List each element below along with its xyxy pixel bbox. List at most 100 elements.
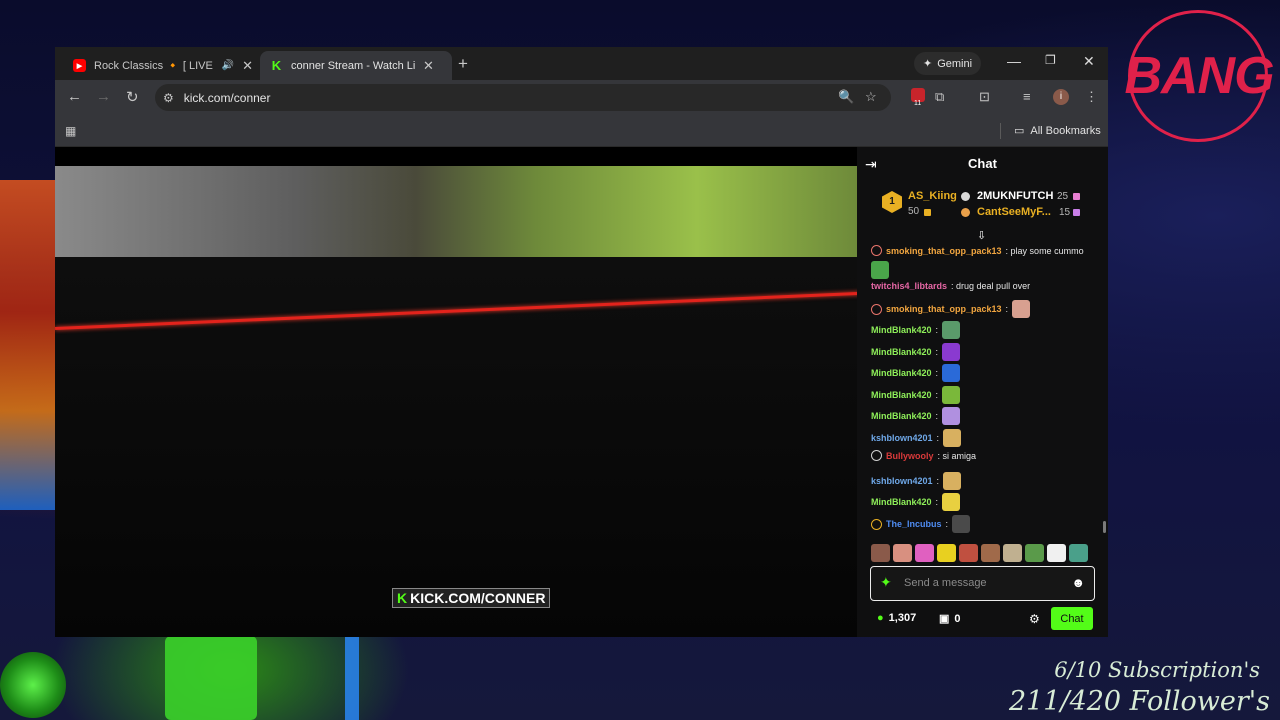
face-emote-icon	[1012, 300, 1031, 318]
rank-badge: 1	[882, 191, 902, 213]
emote-ghost-icon[interactable]	[1047, 544, 1066, 562]
chat-username[interactable]: MindBlank420	[871, 497, 932, 507]
chat-username[interactable]: smoking_that_opp_pack13	[886, 246, 1002, 256]
emote-bar	[871, 544, 1088, 562]
violet-emote-icon	[942, 407, 961, 425]
badge-icon	[871, 303, 882, 315]
chat-input-box: ✦ ☻	[870, 566, 1095, 601]
emote-6-icon[interactable]	[981, 544, 1000, 562]
extension-count: 11	[914, 100, 922, 107]
leader-name[interactable]: 2MUKNFUTCH	[977, 190, 1053, 202]
chat-username[interactable]: MindBlank420	[871, 368, 932, 378]
extensions-puzzle-icon[interactable]: ⧉	[935, 89, 944, 105]
chat-username[interactable]: smoking_that_opp_pack13	[886, 304, 1002, 314]
emote-1-icon[interactable]	[871, 544, 890, 562]
tab-rock-classics[interactable]: ▶ Rock Classics 🔸 [ LIVE ] Ti 🔊 ✕	[63, 51, 263, 80]
sparkle-icon[interactable]: ✦	[880, 574, 892, 591]
yellow-emote-icon	[942, 493, 961, 511]
store-count-value: 0	[954, 612, 961, 625]
close-window-button[interactable]: ✕	[1083, 53, 1095, 70]
pepe-emote-icon	[871, 261, 889, 279]
tab-strip: ▶ Rock Classics 🔸 [ LIVE ] Ti 🔊 ✕ K conn…	[55, 47, 1108, 80]
blue-emote-icon	[942, 364, 961, 382]
badge-icon	[871, 518, 882, 530]
menu-icon[interactable]: ⋮	[1085, 89, 1098, 105]
chat-header: ⇥ Chat	[857, 147, 1108, 180]
chat-text: :	[935, 347, 939, 357]
emote-5-icon[interactable]	[959, 544, 978, 562]
page-content: K KICK.COM/CONNER ⇥ Chat 1 AS_Kiing 50 2…	[55, 147, 1108, 637]
back-button[interactable]: ←	[67, 88, 82, 105]
send-chat-button[interactable]: Chat	[1051, 607, 1093, 630]
reload-button[interactable]: ↻	[126, 88, 139, 106]
cat-emote-icon	[943, 472, 962, 490]
address-bar[interactable]: ⚙ kick.com/conner	[155, 84, 891, 111]
tab-title: conner Stream - Watch Live on	[291, 59, 415, 72]
leader-name[interactable]: CantSeeMyF...	[977, 206, 1051, 218]
chat-message: smoking_that_opp_pack13 : play some cumm…	[871, 245, 1084, 256]
youtube-icon: ▶	[73, 59, 86, 72]
shield-icon	[961, 192, 970, 201]
chat-message: twitchis4_libtards : drug deal pull over	[871, 281, 1030, 291]
tab-close-icon[interactable]: ✕	[423, 58, 434, 74]
chat-footer: ● 1,307 ▣ 0 ⚙ Chat	[857, 606, 1108, 632]
emote-7-icon[interactable]	[1003, 544, 1022, 562]
store-count[interactable]: ▣ 0	[939, 612, 961, 626]
chat-username[interactable]: MindBlank420	[871, 325, 932, 335]
minimize-button[interactable]: —	[1007, 53, 1021, 69]
chat-username[interactable]: twitchis4_libtards	[871, 281, 947, 291]
emote-3-icon[interactable]	[915, 544, 934, 562]
gift-icon	[1073, 209, 1080, 216]
emote-bang-icon[interactable]	[937, 544, 956, 562]
chat-username[interactable]: kshblown4201	[871, 476, 933, 486]
chat-message-input[interactable]	[904, 573, 1064, 593]
media-queue-icon[interactable]: ≡	[1023, 89, 1031, 104]
speaker-icon[interactable]: 🔊	[222, 60, 234, 71]
browser-toolbar: ← → ↻ ⚙ kick.com/conner 🔍 ☆ 11 ⧉ ⊡ ≡ i ⋮	[55, 80, 1108, 115]
emote-10-icon[interactable]	[1069, 544, 1088, 562]
badge-icon	[871, 450, 882, 461]
cat-emote-icon	[943, 429, 962, 447]
chat-username[interactable]: The_Incubus	[886, 519, 942, 529]
frog-emote-icon	[942, 321, 961, 339]
chat-text: :	[1005, 304, 1009, 314]
purple-emote-icon	[942, 343, 961, 361]
url-text[interactable]: kick.com/conner	[184, 91, 271, 105]
bookmarks-divider	[1000, 123, 1001, 139]
gift-leaderboard: 1 AS_Kiing 50 2MUKNFUTCH 25 CantSeeMyF..…	[857, 183, 1108, 223]
site-info-icon[interactable]: ⚙	[163, 91, 174, 105]
tab-close-icon[interactable]: ✕	[242, 58, 253, 74]
all-bookmarks-button[interactable]: ▭ All Bookmarks	[1014, 124, 1101, 138]
cast-icon[interactable]: ⊡	[979, 89, 990, 105]
chat-username[interactable]: MindBlank420	[871, 347, 932, 357]
expand-leaderboard-icon[interactable]: ⇩	[977, 229, 986, 242]
tab-conner-stream[interactable]: K conner Stream - Watch Live on ✕	[260, 51, 452, 80]
chat-text: : si amiga	[937, 450, 977, 461]
emoji-picker-icon[interactable]: ☻	[1071, 575, 1085, 590]
chat-username[interactable]: Bullywooly	[886, 451, 934, 461]
gemini-button[interactable]: ✦ Gemini	[914, 52, 982, 75]
tab-title: Rock Classics 🔸 [ LIVE ] Ti	[94, 60, 214, 72]
apps-grid-icon[interactable]: ▦	[65, 124, 76, 138]
viewer-count-value: 1,307	[888, 612, 917, 624]
video-dashboard	[55, 257, 857, 637]
profile-avatar[interactable]: i	[1053, 89, 1069, 105]
new-tab-button[interactable]: +	[458, 54, 468, 74]
chat-settings-icon[interactable]: ⚙	[1029, 612, 1040, 626]
chat-text: :	[936, 433, 940, 443]
forward-button[interactable]: →	[96, 88, 111, 105]
chat-message: MindBlank420 :	[871, 386, 961, 404]
video-player[interactable]: K KICK.COM/CONNER	[55, 147, 857, 637]
bookmark-star-icon[interactable]: ☆	[865, 89, 877, 105]
emote-pepe-icon[interactable]	[1025, 544, 1044, 562]
chat-text: : play some cummo	[1005, 245, 1084, 256]
chat-username[interactable]: MindBlank420	[871, 411, 932, 421]
chat-scrollbar[interactable]	[1103, 521, 1106, 533]
bookmarks-bar: ▦ ▭ All Bookmarks	[55, 115, 1108, 147]
emote-2-icon[interactable]	[893, 544, 912, 562]
chat-username[interactable]: kshblown4201	[871, 433, 933, 443]
zoom-icon[interactable]: 🔍	[838, 89, 854, 105]
maximize-button[interactable]: ❐	[1045, 53, 1056, 67]
chat-username[interactable]: MindBlank420	[871, 390, 932, 400]
leader-name[interactable]: AS_Kiing	[908, 190, 957, 202]
